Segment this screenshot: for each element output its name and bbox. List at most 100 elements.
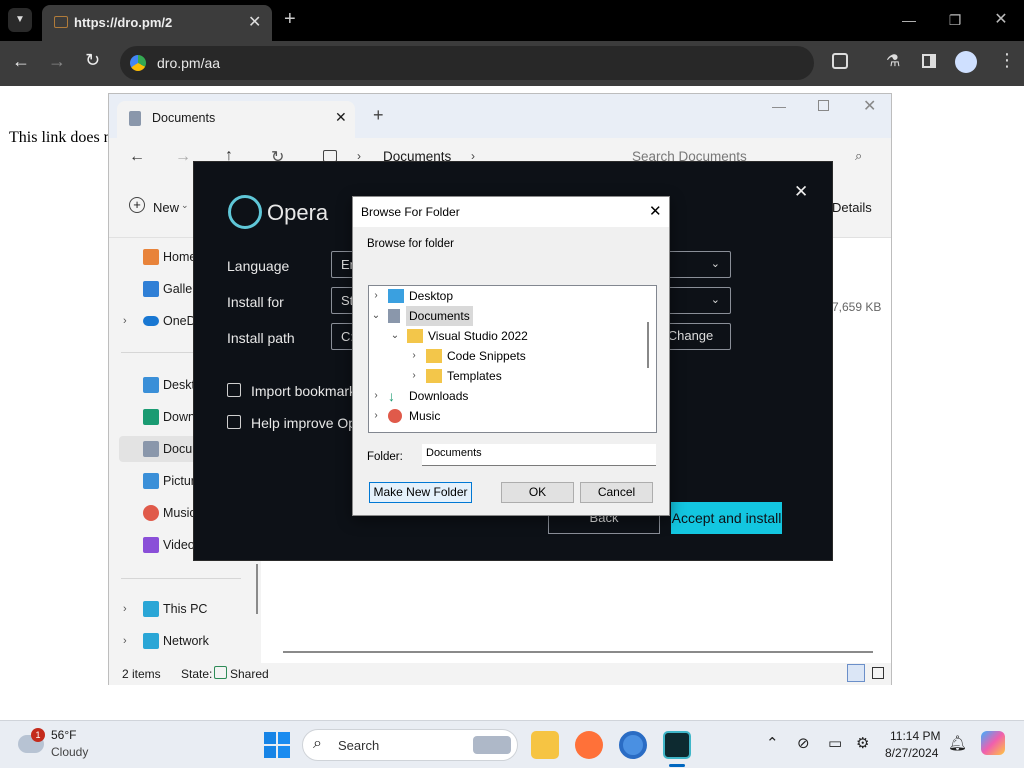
tree-item-documents[interactable]: ⌄ Documents: [369, 306, 656, 326]
close-icon[interactable]: ✕: [794, 182, 808, 202]
status-bar: 2 items State: Shared: [109, 663, 891, 685]
search-highlight-icon: [473, 736, 511, 754]
show-hidden-icons-icon[interactable]: ⌃: [766, 734, 779, 752]
browse-for-folder-dialog: Browse For Folder ✕ Browse for folder › …: [352, 196, 670, 516]
file-explorer-icon[interactable]: [531, 731, 559, 759]
music-icon: [143, 505, 159, 521]
minimize-button[interactable]: —: [896, 8, 922, 32]
volume-icon[interactable]: ⚙: [856, 734, 869, 752]
back-icon[interactable]: ←: [129, 148, 145, 166]
chevron-down-icon[interactable]: ⌄: [370, 306, 382, 326]
clock-date[interactable]: 8/27/2024: [885, 746, 938, 760]
sidebar-item-network[interactable]: › Network: [119, 628, 255, 654]
chevron-right-icon[interactable]: ›: [408, 366, 420, 386]
side-panel-icon[interactable]: [922, 54, 936, 68]
explorer-tab[interactable]: Documents ✕: [117, 101, 355, 138]
browser-tab[interactable]: https://dro.pm/2 ✕: [42, 5, 272, 41]
splitter[interactable]: [256, 564, 258, 614]
weather-desc: Cloudy: [51, 745, 89, 759]
tree-item-downloads[interactable]: › ↓ Downloads: [369, 386, 656, 406]
divider: [121, 578, 241, 579]
opera-logo-icon: [228, 195, 262, 229]
address-bar[interactable]: dro.pm/aa: [120, 46, 814, 80]
import-bookmarks-checkbox[interactable]: [227, 383, 241, 397]
new-tab-button[interactable]: +: [284, 8, 296, 31]
chevron-right-icon[interactable]: ›: [123, 308, 127, 334]
notifications-bell-icon[interactable]: 🔔︎: [948, 734, 967, 752]
folder-field[interactable]: Documents: [422, 444, 656, 466]
close-window-button[interactable]: ✕: [863, 96, 876, 116]
forward-icon[interactable]: →: [175, 148, 191, 166]
details-view-icon[interactable]: [847, 664, 865, 682]
state-label: State:: [181, 667, 213, 681]
close-icon[interactable]: ✕: [649, 197, 662, 227]
chevron-right-icon[interactable]: ›: [123, 628, 127, 654]
help-improve-checkbox[interactable]: [227, 415, 241, 429]
minimize-button[interactable]: —: [772, 98, 786, 114]
desktop-icon: [388, 289, 404, 303]
reload-icon[interactable]: ↻: [85, 50, 100, 71]
chevron-right-icon[interactable]: ›: [370, 286, 382, 306]
close-tab-icon[interactable]: ✕: [335, 109, 347, 126]
tree-item-visual-studio[interactable]: ⌄ Visual Studio 2022: [369, 326, 656, 346]
shared-icon: [214, 666, 227, 679]
ok-button[interactable]: OK: [501, 482, 574, 503]
search-icon: ⌕: [313, 735, 322, 752]
sidebar-item-this-pc[interactable]: › This PC: [119, 596, 255, 622]
chevron-right-icon[interactable]: ›: [370, 386, 382, 406]
extensions-icon[interactable]: [832, 53, 848, 69]
language-label: Language: [227, 258, 290, 274]
folder-label: Folder:: [367, 451, 403, 463]
make-new-folder-button[interactable]: Make New Folder: [369, 482, 472, 503]
menu-icon[interactable]: ⋮: [998, 50, 1016, 71]
restore-button[interactable]: ❐: [942, 8, 968, 32]
file-size: 7,659 KB: [832, 300, 882, 314]
close-window-button[interactable]: ✕: [988, 8, 1014, 32]
tiles-view-icon[interactable]: [872, 667, 884, 679]
maximize-button[interactable]: [818, 100, 829, 111]
chevron-right-icon[interactable]: ›: [370, 406, 382, 426]
close-tab-icon[interactable]: ✕: [248, 12, 261, 32]
tab-search-button[interactable]: ▼: [8, 8, 32, 32]
back-icon[interactable]: ←: [12, 51, 30, 72]
windows-logo-icon: [264, 732, 276, 744]
forward-icon[interactable]: →: [48, 51, 66, 72]
clock-time[interactable]: 11:14 PM: [890, 729, 940, 743]
documents-icon: [143, 441, 159, 457]
tree-scrollbar[interactable]: [647, 322, 649, 368]
weather-temp[interactable]: 56°F: [51, 728, 76, 742]
documents-icon: [129, 111, 141, 126]
chevron-down-icon[interactable]: ⌄: [389, 326, 401, 346]
chevron-right-icon[interactable]: ›: [123, 596, 127, 622]
tree-item-desktop[interactable]: › Desktop: [369, 286, 656, 306]
new-button[interactable]: New: [153, 200, 179, 215]
profile-icon[interactable]: [955, 51, 977, 73]
search-icon: ⌕: [855, 148, 863, 163]
dialog-titlebar: Browse For Folder ✕: [353, 197, 669, 227]
horizontal-scrollbar[interactable]: [283, 651, 873, 653]
chevron-right-icon[interactable]: ›: [408, 346, 420, 366]
chrome-icon[interactable]: [619, 731, 647, 759]
start-button[interactable]: [264, 732, 290, 758]
new-tab-button[interactable]: +: [373, 105, 384, 126]
desktop-icon: [143, 377, 159, 393]
import-bookmarks-label: Import bookmark: [251, 383, 357, 399]
install-for-label: Install for: [227, 294, 284, 310]
chevron-down-icon: ⌄: [181, 200, 189, 210]
taskbar-search[interactable]: ⌕ Search: [302, 729, 518, 761]
tree-item-code-snippets[interactable]: › Code Snippets: [369, 346, 656, 366]
firefox-icon[interactable]: [575, 731, 603, 759]
accept-install-button[interactable]: Accept and install: [671, 502, 782, 534]
cancel-button[interactable]: Cancel: [580, 482, 653, 503]
folder-tree[interactable]: › Desktop ⌄ Documents ⌄ Visual Studio 20…: [368, 285, 657, 433]
installer-icon[interactable]: [663, 731, 691, 759]
tree-item-templates[interactable]: › Templates: [369, 366, 656, 386]
display-icon[interactable]: ▭: [828, 734, 842, 752]
videos-icon: [143, 537, 159, 553]
site-info-icon[interactable]: [130, 55, 146, 71]
no-network-icon[interactable]: ⊘: [797, 734, 810, 752]
copilot-icon[interactable]: [981, 731, 1005, 755]
details-button[interactable]: Details: [832, 200, 872, 215]
labs-icon[interactable]: ⚗: [886, 51, 900, 71]
tree-item-music[interactable]: › Music: [369, 406, 656, 426]
